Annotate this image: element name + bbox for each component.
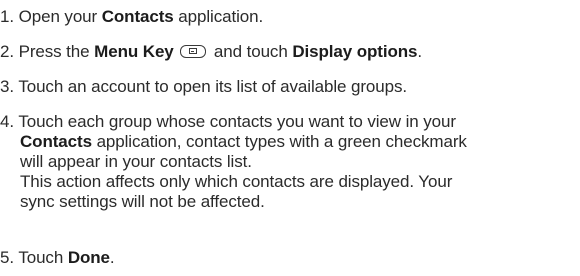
step-text: Open your xyxy=(18,7,98,26)
ui-term-menu-key: Menu Key xyxy=(94,42,174,61)
step-1: 1. Open your Contacts application. xyxy=(0,7,576,27)
step-text: Touch xyxy=(18,248,64,267)
step-2: 2. Press the Menu Key and touch Display … xyxy=(0,42,576,62)
step-text: application. xyxy=(178,7,264,26)
menu-key-icon xyxy=(180,45,207,58)
step-text: and touch xyxy=(213,42,288,61)
step-4: 4. Touch each group whose contacts you w… xyxy=(0,112,576,212)
step-text: . xyxy=(417,42,423,61)
step-5: 5. Touch Done. xyxy=(0,248,576,268)
step-text: Press the xyxy=(18,42,90,61)
step-number: 4. xyxy=(0,112,14,131)
ui-term-contacts: Contacts xyxy=(101,7,174,26)
step-number: 1. xyxy=(0,7,14,26)
step-number: 2. xyxy=(0,42,14,61)
instruction-list: 1. Open your Contacts application. 2. Pr… xyxy=(0,0,580,276)
ui-term-contacts: Contacts xyxy=(20,132,92,151)
step-note: This action affects only which contacts … xyxy=(20,172,453,191)
step-number: 3. xyxy=(0,77,14,96)
step-text: . xyxy=(109,248,115,267)
step-note: sync settings will not be affected. xyxy=(20,192,265,211)
step-number: 5. xyxy=(0,248,14,267)
step-text: application, contact types with a green … xyxy=(96,132,467,151)
ui-term-display-options: Display options xyxy=(292,42,418,61)
step-text: Touch each group whose contacts you want… xyxy=(18,112,456,131)
ui-term-done: Done xyxy=(67,248,110,267)
step-3: 3. Touch an account to open its list of … xyxy=(0,77,576,97)
step-text: will appear in your contacts list. xyxy=(20,152,252,171)
step-text: Touch an account to open its list of ava… xyxy=(18,77,407,96)
